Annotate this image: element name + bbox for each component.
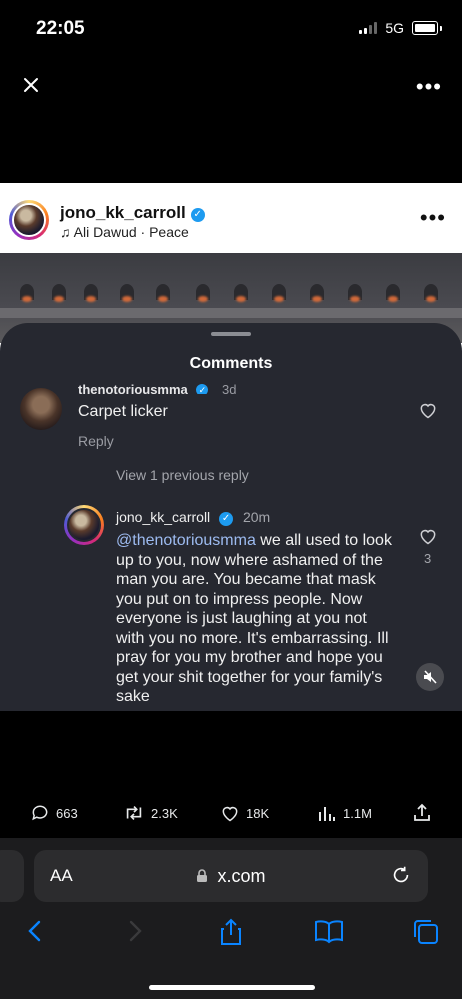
reply-username-row[interactable]: jono_kk_carroll ✓ 20m [116,509,270,526]
bookmarks-icon[interactable] [314,918,344,944]
stage-edge [0,308,462,318]
mute-button[interactable] [416,663,444,691]
share-icon [414,803,430,821]
commenter-username[interactable]: thenotoriousmma ✓ 3d [78,384,237,394]
post-music[interactable]: ♫ Ali Dawud · Peace [60,224,189,240]
lock-icon [197,869,208,882]
more-options-button[interactable]: ••• [416,74,442,100]
safari-toolbar: AA x.com [0,838,462,999]
forward-icon[interactable] [124,918,146,944]
previous-tab-preview[interactable] [0,850,24,902]
comment-text: Carpet licker [78,403,168,420]
close-icon [24,78,38,92]
post-avatar[interactable] [9,200,49,240]
status-time: 22:05 [36,18,85,39]
post-username[interactable]: jono_kk_carroll [60,203,186,222]
battery-icon [412,21,438,35]
reply-text: @thenotoriousmma we all used to look up … [116,531,398,707]
analytics-icon [319,807,335,821]
arena-lights [0,278,462,308]
mention-link[interactable]: @thenotoriousmma [116,532,256,549]
reply-action[interactable]: 663 [30,803,78,823]
retweet-action[interactable]: 2.3K [123,803,178,823]
share-icon[interactable] [218,918,244,946]
home-indicator[interactable] [149,985,315,990]
views-action[interactable]: 1.1M [317,803,372,823]
sheet-grabber[interactable] [211,332,251,336]
reply-body: we all used to look up to you, now where… [116,532,392,705]
tabs-icon[interactable] [412,918,440,946]
comments-title: Comments [189,355,273,372]
views-count: 1.1M [343,805,372,821]
reply-avatar[interactable] [64,505,104,545]
comments-sheet: Comments thenotoriousmma ✓ 3d Carpet lic… [0,323,462,711]
like-action[interactable]: 18K [220,803,269,823]
heart-icon [222,806,238,822]
url-display[interactable]: x.com [34,866,428,887]
reply-button[interactable]: Reply [78,433,114,449]
close-button[interactable] [18,72,44,98]
music-note-icon: ♫ [60,224,71,240]
speaker-muted-icon [424,670,437,684]
verified-icon: ✓ [196,384,209,394]
commenter-name: thenotoriousmma [78,384,188,394]
instagram-post: jono_kk_carroll ✓ ♫ Ali Dawud · Peace •••… [0,183,462,711]
comment-icon [32,805,48,821]
verified-icon: ✓ [190,208,205,222]
like-count: 18K [246,805,270,821]
heart-icon[interactable] [418,526,438,546]
view-previous-replies[interactable]: View 1 previous reply [116,467,249,483]
reply-time: 20m [242,509,271,525]
network-type: 5G [385,20,404,36]
battery-cap [440,25,442,31]
share-action[interactable] [412,803,432,823]
retweet-count: 2.3K [151,805,178,821]
heart-icon[interactable] [418,400,438,420]
reply-count: 663 [56,805,78,821]
comment-time: 3d [222,384,237,394]
back-icon[interactable] [24,918,46,944]
status-indicators: 5G [359,20,442,36]
signal-icon [359,22,378,34]
post-more-button[interactable]: ••• [420,205,446,231]
url-text: x.com [217,866,266,886]
post-header: jono_kk_carroll ✓ ♫ Ali Dawud · Peace ••• [0,183,462,253]
verified-icon: ✓ [219,512,234,526]
music-title: Ali Dawud · Peace [73,224,189,240]
reply-like-count: 3 [424,551,432,566]
reply-username[interactable]: jono_kk_carroll [116,509,210,525]
post-username-row[interactable]: jono_kk_carroll ✓ [60,203,205,223]
retweet-icon [126,805,142,821]
commenter-avatar[interactable] [20,388,62,430]
tweet-actions: 663 2.3K 18K 1.1M [0,803,462,829]
address-bar[interactable]: AA x.com [34,850,428,902]
reload-icon[interactable] [390,864,412,886]
